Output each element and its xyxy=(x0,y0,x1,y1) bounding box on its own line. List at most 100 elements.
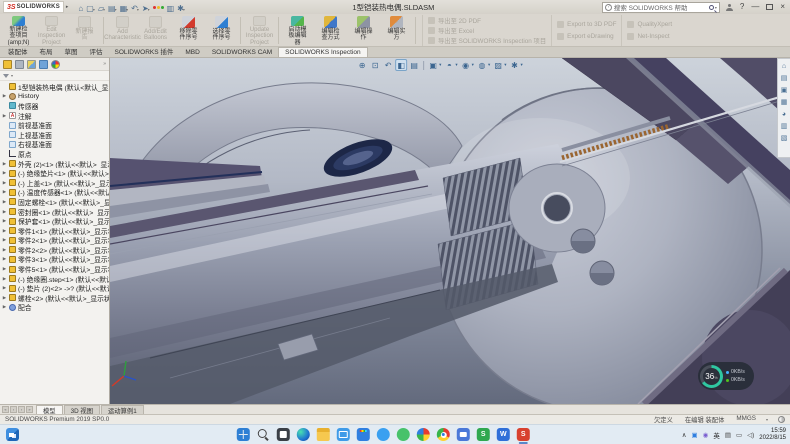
tree-item-history[interactable]: ▶History xyxy=(0,92,109,102)
select-icon[interactable]: ➤▾ xyxy=(142,0,150,16)
tab-scroll-icon[interactable]: › xyxy=(18,406,25,413)
view-settings-icon[interactable]: ✱ xyxy=(508,59,520,71)
solidworks-app-icon[interactable]: S xyxy=(517,428,530,441)
blue-app-icon[interactable] xyxy=(457,428,470,441)
display-style-icon[interactable]: ◓ xyxy=(443,59,455,71)
zoom-fit-icon[interactable]: ⊕ xyxy=(356,59,368,71)
new-file-icon[interactable]: ▢▾ xyxy=(86,0,95,16)
expand-arrow-icon[interactable]: ▶ xyxy=(2,218,7,224)
task-view-button[interactable] xyxy=(277,428,290,441)
start-button[interactable] xyxy=(237,428,250,441)
tree-item-零件5-1-默认[interactable]: ▶零件5<1> (默认<<默认>_显示状 xyxy=(0,264,109,274)
expand-arrow-icon[interactable]: ▶ xyxy=(2,209,7,215)
tree-item-1型铠装热电偶-默认[interactable]: 1型铠装热电偶 (默认<默认_显示状态-1 xyxy=(0,82,109,92)
view-orientation-icon[interactable]: ▣ xyxy=(427,59,439,71)
wps-app-icon[interactable]: W xyxy=(497,428,510,441)
tree-item-上视基准面[interactable]: 上视基准面 xyxy=(0,130,109,140)
chrome-icon[interactable] xyxy=(437,428,450,441)
tree-item-温度传感器-1[interactable]: ▶(-) 温度传感器<1> (默认<<默认>_ xyxy=(0,188,109,198)
dropdown-caret-icon[interactable]: ▾ xyxy=(148,7,150,12)
model-tab-运动算例1[interactable]: 运动算例1 xyxy=(101,405,144,414)
speed-monitor-overlay[interactable]: 36% 0KB/s0KB/s xyxy=(698,362,754,390)
resources-home-icon[interactable]: ⌂ xyxy=(782,62,786,71)
tree-item-螺栓-2-默认-默[interactable]: ▶螺栓<2> (默认<<默认>_显示状态 xyxy=(0,293,109,303)
print-icon[interactable]: ▦▾ xyxy=(120,0,129,16)
solidworks-logo[interactable]: 3S SOLIDWORKS xyxy=(3,1,64,13)
tab-mbd[interactable]: MBD xyxy=(179,48,205,57)
minimize-button[interactable]: — xyxy=(751,2,759,12)
tab-scroll-icon[interactable]: « xyxy=(2,406,9,413)
expand-arrow-icon[interactable]: ▶ xyxy=(2,295,7,301)
volume-icon[interactable]: ◁) xyxy=(747,431,754,439)
tab-scroll-icon[interactable]: ‹ xyxy=(10,406,17,413)
expand-arrow-icon[interactable]: ▶ xyxy=(2,189,7,195)
expand-arrow-icon[interactable]: ▶ xyxy=(2,304,7,310)
cloud-app-icon[interactable] xyxy=(377,428,390,441)
dropdown-caret-icon[interactable]: ▾ xyxy=(504,62,506,68)
edge-icon[interactable] xyxy=(297,428,310,441)
login-user-icon[interactable] xyxy=(726,4,733,11)
propertymanager-icon[interactable] xyxy=(15,60,24,69)
expand-arrow-icon[interactable]: ▶ xyxy=(2,266,7,272)
home-icon[interactable]: ⌂ xyxy=(78,0,83,16)
annotation-views-icon[interactable]: ▤ xyxy=(408,59,420,71)
dropdown-caret-icon[interactable]: ▾ xyxy=(488,62,490,68)
dropdown-caret-icon[interactable]: ▾ xyxy=(439,62,441,68)
expand-arrow-icon[interactable]: ▶ xyxy=(2,237,7,243)
ribbon-button-移除零件序号[interactable]: 移除零件序号 xyxy=(172,15,205,46)
model-3d-view[interactable] xyxy=(110,58,790,404)
displaymanager-icon[interactable] xyxy=(51,60,60,69)
file-explorer-icon[interactable] xyxy=(317,428,330,441)
tree-item-绝缘垫片-1[interactable]: ▶(-) 绝缘垫片<1> (默认<<默认>_显 xyxy=(0,168,109,178)
apply-scene-icon[interactable]: ▨ xyxy=(492,59,504,71)
expand-arrow-icon[interactable]: ▶ xyxy=(2,161,7,167)
help-search-input[interactable]: ? 搜索 SOLIDWORKS 帮助 ▾ xyxy=(602,2,720,13)
ribbon-button-编辑操作[interactable]: 编辑操作 xyxy=(347,15,380,46)
tree-item-注解[interactable]: ▶A注解 xyxy=(0,111,109,121)
ime-language[interactable]: 英 xyxy=(713,430,720,440)
dropdown-caret-icon[interactable]: ▾ xyxy=(126,7,128,12)
save-icon[interactable]: ▤▾ xyxy=(108,0,117,16)
tab-布局[interactable]: 布局 xyxy=(34,45,59,57)
tree-item-密封圈-1-默认[interactable]: ▶密封圈<1> (默认<<默认>_显示状 xyxy=(0,207,109,217)
ime-mode-icon[interactable]: ▤ xyxy=(725,431,731,439)
model-tab-3d-视图[interactable]: 3D 视图 xyxy=(64,405,100,414)
tree-item-零件2-2-默认[interactable]: ▶零件2<2> (默认<<默认>_显示状 xyxy=(0,245,109,255)
restore-button[interactable] xyxy=(766,4,773,10)
tree-item-零件2-1-默认[interactable]: ▶零件2<1> (默认<<默认>_显示状 xyxy=(0,236,109,246)
tab-solidworks-inspection[interactable]: SOLIDWORKS Inspection xyxy=(278,47,368,57)
tray-expand-icon[interactable]: ∧ xyxy=(682,431,687,439)
expand-arrow-icon[interactable]: ▶ xyxy=(2,113,7,119)
expand-arrow-icon[interactable]: ▶ xyxy=(2,247,7,253)
browser-360-icon[interactable] xyxy=(417,428,430,441)
filter-funnel-icon[interactable] xyxy=(3,74,9,78)
section-view-icon[interactable]: ◧ xyxy=(395,59,407,71)
expand-arrow-icon[interactable]: ▶ xyxy=(2,285,7,291)
tab-strip-more-icon[interactable]: » xyxy=(103,61,106,67)
ribbon-button-编辑检查方式[interactable]: 编辑检查方式 xyxy=(314,15,347,46)
dropdown-caret-icon[interactable]: ▾ xyxy=(115,7,117,12)
design-library-icon[interactable]: ▤ xyxy=(781,74,788,83)
search-caret-icon[interactable]: ▾ xyxy=(715,5,717,10)
units-caret-icon[interactable]: ▾ xyxy=(766,417,768,422)
tree-item-外壳-2-1-默[interactable]: ▶外壳 (2)<1> (默认<<默认>_显示状 xyxy=(0,159,109,169)
expand-arrow-icon[interactable]: ▶ xyxy=(2,276,7,282)
tree-item-垫片-2-2[interactable]: ▶(-) 垫片 (2)<2> ->? (默认<<默认 xyxy=(0,283,109,293)
dimxpertmanager-icon[interactable] xyxy=(39,60,48,69)
pack-and-go-icon[interactable]: ▧ xyxy=(781,134,788,143)
tab-装配体[interactable]: 装配体 xyxy=(2,45,34,57)
widgets-button[interactable] xyxy=(6,428,19,441)
tab-草图[interactable]: 草图 xyxy=(59,45,84,57)
undo-icon[interactable]: ↶▾ xyxy=(131,0,139,16)
help-button[interactable]: ? xyxy=(740,2,744,12)
status-options-icon[interactable] xyxy=(778,416,785,423)
configurationmanager-icon[interactable] xyxy=(27,60,36,69)
close-button[interactable]: × xyxy=(780,2,785,12)
expand-arrow-icon[interactable]: ▶ xyxy=(2,256,7,262)
open-file-icon[interactable]: ▱▾ xyxy=(98,0,105,16)
store-icon[interactable] xyxy=(357,428,370,441)
tree-item-配合[interactable]: ▶配合 xyxy=(0,303,109,313)
filter-caret-icon[interactable]: ▾ xyxy=(11,73,13,78)
mail-icon[interactable] xyxy=(337,428,350,441)
tree-item-上盖-1-默[interactable]: ▶(-) 上盖<1> (默认<<默认>_显示状 xyxy=(0,178,109,188)
